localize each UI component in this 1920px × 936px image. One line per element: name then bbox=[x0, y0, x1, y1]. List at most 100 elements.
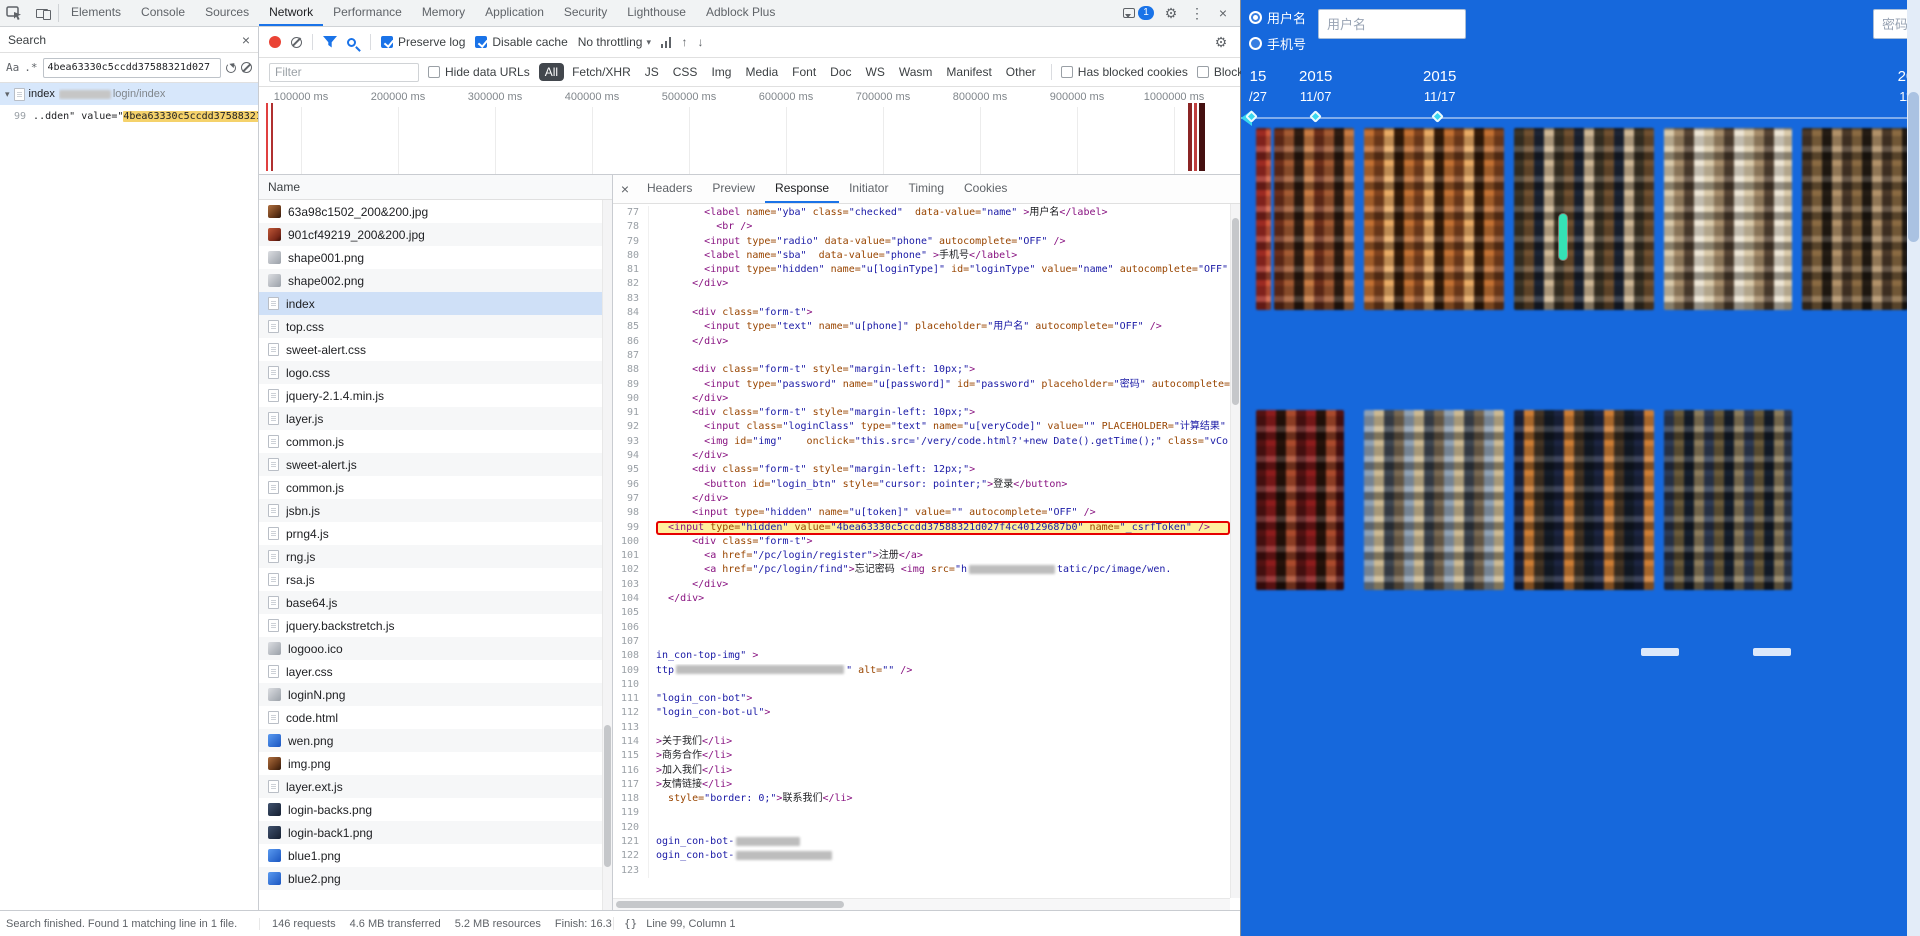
close-search-icon[interactable]: × bbox=[242, 32, 250, 48]
tab-sources[interactable]: Sources bbox=[195, 0, 259, 26]
filter-pill-doc[interactable]: Doc bbox=[824, 63, 857, 81]
clear-search-icon[interactable] bbox=[241, 62, 252, 73]
request-row[interactable]: base64.js bbox=[259, 591, 612, 614]
throttling-select[interactable]: No throttling ▾ bbox=[578, 35, 651, 49]
filter-pill-manifest[interactable]: Manifest bbox=[940, 63, 997, 81]
filter-pill-js[interactable]: JS bbox=[639, 63, 665, 81]
scrollbar-thumb[interactable] bbox=[616, 901, 845, 908]
photo-thumbnail[interactable] bbox=[1664, 128, 1792, 310]
photo-thumbnail[interactable] bbox=[1274, 128, 1354, 310]
scrollbar-thumb[interactable] bbox=[1908, 92, 1919, 242]
code-vertical-scrollbar[interactable] bbox=[1230, 204, 1240, 898]
scrollbar-thumb[interactable] bbox=[1232, 217, 1239, 406]
close-details-icon[interactable]: × bbox=[613, 175, 637, 203]
page-scrollbar[interactable] bbox=[1907, 0, 1920, 936]
match-case-toggle[interactable]: Aa bbox=[6, 61, 19, 74]
regex-toggle[interactable]: .* bbox=[24, 61, 37, 74]
tab-elements[interactable]: Elements bbox=[61, 0, 131, 26]
response-code-area[interactable]: 77 <label name="yba" class="checked" dat… bbox=[613, 204, 1240, 910]
inspect-element-icon[interactable] bbox=[0, 0, 28, 26]
filter-input[interactable] bbox=[269, 62, 419, 82]
request-row[interactable]: index bbox=[259, 292, 612, 315]
photo-thumbnail[interactable] bbox=[1256, 128, 1271, 310]
network-conditions-icon[interactable] bbox=[660, 36, 672, 48]
request-row[interactable]: 901cf49219_200&200.jpg bbox=[259, 223, 612, 246]
request-row[interactable]: common.js bbox=[259, 476, 612, 499]
tab-response[interactable]: Response bbox=[765, 175, 840, 203]
filter-pill-other[interactable]: Other bbox=[1000, 63, 1042, 81]
request-row[interactable]: sweet-alert.css bbox=[259, 338, 612, 361]
filter-pill-css[interactable]: CSS bbox=[667, 63, 704, 81]
filter-pill-font[interactable]: Font bbox=[786, 63, 822, 81]
request-row[interactable]: jquery-2.1.4.min.js bbox=[259, 384, 612, 407]
search-result-file[interactable]: ▾ index login/index bbox=[0, 83, 258, 105]
request-row[interactable]: blue2.png bbox=[259, 867, 612, 890]
scrollbar-thumb[interactable] bbox=[604, 725, 611, 868]
tab-network[interactable]: Network bbox=[259, 0, 324, 26]
filter-pill-fetch-xhr[interactable]: Fetch/XHR bbox=[566, 63, 637, 81]
preserve-log-checkbox[interactable]: Preserve log bbox=[381, 35, 465, 49]
filter-icon[interactable] bbox=[323, 35, 337, 49]
code-horizontal-scrollbar[interactable] bbox=[613, 898, 1230, 910]
tab-lighthouse[interactable]: Lighthouse bbox=[617, 0, 696, 26]
search-input[interactable] bbox=[42, 57, 221, 78]
request-row[interactable]: layer.ext.js bbox=[259, 775, 612, 798]
tab-application[interactable]: Application bbox=[475, 0, 554, 26]
inner-scrollbar-thumb[interactable] bbox=[1559, 214, 1567, 260]
photo-thumbnail[interactable] bbox=[1802, 128, 1908, 310]
filter-pill-wasm[interactable]: Wasm bbox=[893, 63, 939, 81]
tab-console[interactable]: Console bbox=[131, 0, 195, 26]
request-row[interactable]: jquery.backstretch.js bbox=[259, 614, 612, 637]
photo-thumbnail[interactable] bbox=[1514, 128, 1654, 310]
request-row[interactable]: common.js bbox=[259, 430, 612, 453]
request-row[interactable]: logo.css bbox=[259, 361, 612, 384]
record-icon[interactable] bbox=[269, 36, 281, 48]
name-column-header[interactable]: Name bbox=[259, 175, 612, 200]
drawer-messages-icon[interactable]: 1 bbox=[1123, 6, 1154, 20]
request-row[interactable]: wen.png bbox=[259, 729, 612, 752]
request-row[interactable]: code.html bbox=[259, 706, 612, 729]
filter-pill-img[interactable]: Img bbox=[705, 63, 737, 81]
request-row[interactable]: rsa.js bbox=[259, 568, 612, 591]
refresh-search-icon[interactable] bbox=[226, 62, 236, 73]
photo-thumbnail[interactable] bbox=[1364, 410, 1504, 590]
request-row[interactable]: login-backs.png bbox=[259, 798, 612, 821]
request-row[interactable]: sweet-alert.js bbox=[259, 453, 612, 476]
hide-data-urls-checkbox[interactable]: Hide data URLs bbox=[428, 65, 530, 79]
request-row[interactable]: top.css bbox=[259, 315, 612, 338]
more-options-icon[interactable]: ⋮ bbox=[1188, 6, 1206, 20]
import-har-icon[interactable]: ↑ bbox=[681, 35, 687, 49]
tab-cookies[interactable]: Cookies bbox=[954, 175, 1017, 203]
tab-performance[interactable]: Performance bbox=[323, 0, 412, 26]
tab-security[interactable]: Security bbox=[554, 0, 617, 26]
request-row[interactable]: shape001.png bbox=[259, 246, 612, 269]
search-icon[interactable] bbox=[347, 37, 356, 47]
network-settings-gear-icon[interactable]: ⚙ bbox=[1212, 35, 1230, 49]
requests-scrollbar[interactable] bbox=[602, 200, 612, 910]
network-overview[interactable]: 100000 ms 200000 ms 300000 ms 400000 ms 5000… bbox=[259, 87, 1240, 175]
request-row[interactable]: shape002.png bbox=[259, 269, 612, 292]
request-row[interactable]: 63a98c1502_200&200.jpg bbox=[259, 200, 612, 223]
device-toolbar-icon[interactable] bbox=[28, 0, 56, 26]
tab-preview[interactable]: Preview bbox=[702, 175, 765, 203]
request-row[interactable]: loginN.png bbox=[259, 683, 612, 706]
close-devtools-icon[interactable]: × bbox=[1214, 6, 1232, 20]
request-row[interactable]: blue1.png bbox=[259, 844, 612, 867]
search-result-match[interactable]: 99 ..dden" value="4bea63330c5ccdd3758832… bbox=[0, 105, 258, 127]
filter-pill-media[interactable]: Media bbox=[739, 63, 784, 81]
request-row[interactable]: jsbn.js bbox=[259, 499, 612, 522]
photo-thumbnail[interactable] bbox=[1364, 128, 1504, 310]
has-blocked-cookies-checkbox[interactable]: Has blocked cookies bbox=[1060, 65, 1188, 79]
request-row[interactable]: img.png bbox=[259, 752, 612, 775]
disable-cache-checkbox[interactable]: Disable cache bbox=[475, 35, 568, 49]
request-row[interactable]: prng4.js bbox=[259, 522, 612, 545]
request-row[interactable]: login-back1.png bbox=[259, 821, 612, 844]
export-har-icon[interactable]: ↓ bbox=[697, 35, 703, 49]
photo-thumbnail[interactable] bbox=[1664, 410, 1792, 590]
tab-memory[interactable]: Memory bbox=[412, 0, 475, 26]
photo-thumbnail[interactable] bbox=[1514, 410, 1654, 590]
settings-gear-icon[interactable]: ⚙ bbox=[1162, 6, 1180, 20]
tab-timing[interactable]: Timing bbox=[898, 175, 954, 203]
filter-pill-all[interactable]: All bbox=[538, 63, 565, 81]
request-row[interactable]: layer.css bbox=[259, 660, 612, 683]
